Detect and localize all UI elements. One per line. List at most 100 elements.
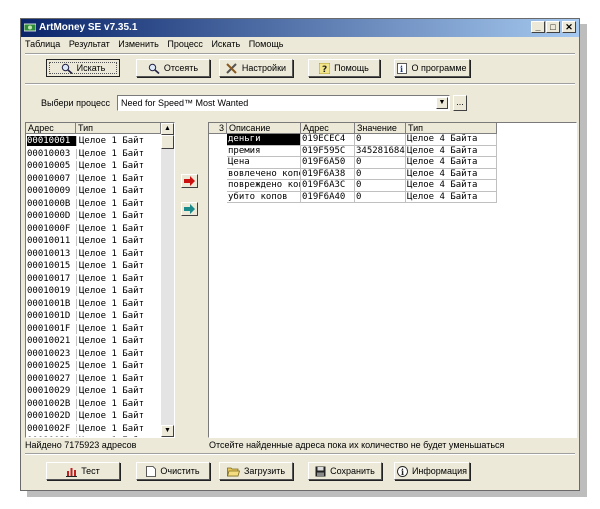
menu-edit[interactable]: Изменить (118, 39, 159, 49)
table-row[interactable]: премия 019F595C 3452816845 Целое 4 Байта (209, 145, 497, 157)
load-button[interactable]: Загрузить (219, 462, 293, 480)
row-type[interactable]: Целое 4 Байта (406, 180, 497, 192)
row-type[interactable]: Целое 4 Байта (406, 157, 497, 169)
table-row[interactable]: 00010031Целое 1 Байт (26, 435, 160, 437)
row-type: Целое 1 Байт (76, 361, 144, 371)
table-row[interactable]: 00010029 Целое 1 Байт (26, 385, 160, 398)
table-row[interactable]: 0001001B Целое 1 Байт (26, 298, 160, 311)
vertical-scrollbar[interactable]: ▲ ▼ (161, 123, 174, 437)
row-address: 0001000F (27, 223, 71, 234)
table-row[interactable]: 00010027 Целое 1 Байт (26, 373, 160, 386)
table-row[interactable]: убито копов 019F6A40 0 Целое 4 Байта (209, 191, 497, 203)
row-address: 00010015 (27, 261, 71, 271)
row-type[interactable]: Целое 4 Байта (406, 191, 497, 203)
settings-button[interactable]: Настройки (219, 59, 293, 77)
help-button[interactable]: ? Помощь (308, 59, 380, 77)
row-value[interactable]: 0 (355, 191, 406, 203)
help-button-label: Помощь (334, 63, 369, 73)
row-type: Целое 1 Байт (76, 336, 144, 346)
row-description[interactable]: премия (227, 145, 301, 157)
column-header-value[interactable]: Значение (355, 123, 406, 134)
row-address[interactable]: 019ECEC4 (301, 134, 355, 146)
column-header-address[interactable]: Адрес (301, 123, 355, 134)
table-row[interactable]: 0001000B Целое 1 Байт (26, 198, 160, 211)
move-to-table-button[interactable] (181, 174, 198, 188)
row-description[interactable]: вовлечено копов (227, 168, 301, 180)
table-row[interactable]: деньги 019ECEC4 0 Целое 4 Байта (209, 134, 497, 146)
table-row[interactable]: 00010007 Целое 1 Байт (26, 173, 160, 186)
menu-table[interactable]: Таблица (25, 39, 60, 49)
title-bar[interactable]: ArtMoney SE v7.35.1 _ □ ✕ (21, 19, 579, 37)
table-row[interactable]: 0001000D Целое 1 Байт (26, 210, 160, 223)
row-description[interactable]: Цена (227, 157, 301, 169)
save-button[interactable]: Сохранить (308, 462, 382, 480)
scroll-thumb[interactable] (161, 135, 174, 149)
table-row[interactable]: 00010001 Целое 1 Байт (26, 135, 160, 148)
table-row[interactable]: 00010025 Целое 1 Байт (26, 360, 160, 373)
row-description[interactable]: повреждено копов (227, 180, 301, 192)
info-button[interactable]: i Информация (394, 462, 470, 480)
table-row[interactable]: 00010011 Целое 1 Байт (26, 235, 160, 248)
row-type[interactable]: Целое 4 Байта (406, 145, 497, 157)
table-row[interactable]: 00010015 Целое 1 Байт (26, 260, 160, 273)
question-icon: ? (319, 62, 331, 74)
table-row[interactable]: вовлечено копов019F6A380Целое 4 Байта (209, 168, 497, 180)
table-row[interactable]: Цена 019F6A50 0 Целое 4 Байта (209, 157, 497, 169)
close-button[interactable]: ✕ (562, 21, 576, 33)
table-row[interactable]: 00010019 Целое 1 Байт (26, 285, 160, 298)
menu-result[interactable]: Результат (69, 39, 110, 49)
move-all-to-table-button[interactable] (181, 202, 198, 216)
minimize-button[interactable]: _ (531, 21, 545, 33)
table-row[interactable]: 0001001D Целое 1 Байт (26, 310, 160, 323)
process-select[interactable]: Need for Speed™ Most Wanted ▼ (117, 95, 450, 111)
table-row[interactable]: 00010003 Целое 1 Байт (26, 148, 160, 161)
table-row[interactable]: повреждено копов019F6A3C0Целое 4 Байта (209, 180, 497, 192)
browse-process-button[interactable]: ... (453, 95, 467, 111)
row-description[interactable]: убито копов (227, 191, 301, 203)
row-type[interactable]: Целое 4 Байта (406, 134, 497, 146)
row-value[interactable]: 0 (355, 168, 406, 180)
row-type: Целое 1 Байт (76, 348, 144, 359)
menu-process[interactable]: Процесс (167, 39, 203, 49)
clear-button[interactable]: Очистить (136, 462, 210, 480)
chevron-down-icon[interactable]: ▼ (436, 97, 448, 109)
scroll-down-icon[interactable]: ▼ (161, 425, 174, 437)
column-header-description[interactable]: Описание (227, 123, 301, 134)
table-row[interactable]: 00010013 Целое 1 Байт (26, 248, 160, 261)
row-type[interactable]: Целое 4 Байта (406, 168, 497, 180)
table-row[interactable]: 0001002D Целое 1 Байт (26, 410, 160, 423)
hint-status: Отсейте найденные адреса пока их количес… (209, 440, 505, 450)
row-address[interactable]: 019F6A3C (301, 180, 355, 192)
table-row[interactable]: 0001002B Целое 1 Байт (26, 398, 160, 411)
row-address[interactable]: 019F6A40 (301, 191, 355, 203)
table-row[interactable]: 00010017 Целое 1 Байт (26, 273, 160, 286)
column-header-type[interactable]: Тип (406, 123, 497, 134)
table-row[interactable]: 00010005 Целое 1 Байт (26, 160, 160, 173)
row-address: 00010019 (27, 286, 71, 296)
test-button[interactable]: Тест (46, 462, 120, 480)
row-type: Целое 1 Байт (76, 411, 144, 421)
row-address[interactable]: 019F6A50 (301, 157, 355, 169)
row-address[interactable]: 019F6A38 (301, 168, 355, 180)
table-row[interactable]: 0001000F Целое 1 Байт (26, 223, 160, 236)
filter-button[interactable]: Отсеять (136, 59, 210, 77)
search-button[interactable]: Искать (46, 59, 120, 77)
row-description[interactable]: деньги (227, 134, 301, 146)
row-value[interactable]: 0 (355, 180, 406, 192)
about-button[interactable]: i О программе (394, 59, 470, 77)
menu-search[interactable]: Искать (211, 39, 240, 49)
row-address[interactable]: 019F595C (301, 145, 355, 157)
row-value[interactable]: 0 (355, 157, 406, 169)
menu-help[interactable]: Помощь (249, 39, 284, 49)
column-header-address[interactable]: Адрес (26, 123, 76, 134)
table-row[interactable]: 00010021 Целое 1 Байт (26, 335, 160, 348)
row-value[interactable]: 0 (355, 134, 406, 146)
row-value[interactable]: 3452816845 (355, 145, 406, 157)
table-row[interactable]: 00010023 Целое 1 Байт (26, 348, 160, 361)
maximize-button[interactable]: □ (546, 21, 560, 33)
table-row[interactable]: 0001001F Целое 1 Байт (26, 323, 160, 336)
column-header-type[interactable]: Тип (76, 123, 161, 134)
table-row[interactable]: 00010009 Целое 1 Байт (26, 185, 160, 198)
scroll-up-icon[interactable]: ▲ (161, 123, 174, 135)
table-row[interactable]: 0001002F Целое 1 Байт (26, 423, 160, 436)
